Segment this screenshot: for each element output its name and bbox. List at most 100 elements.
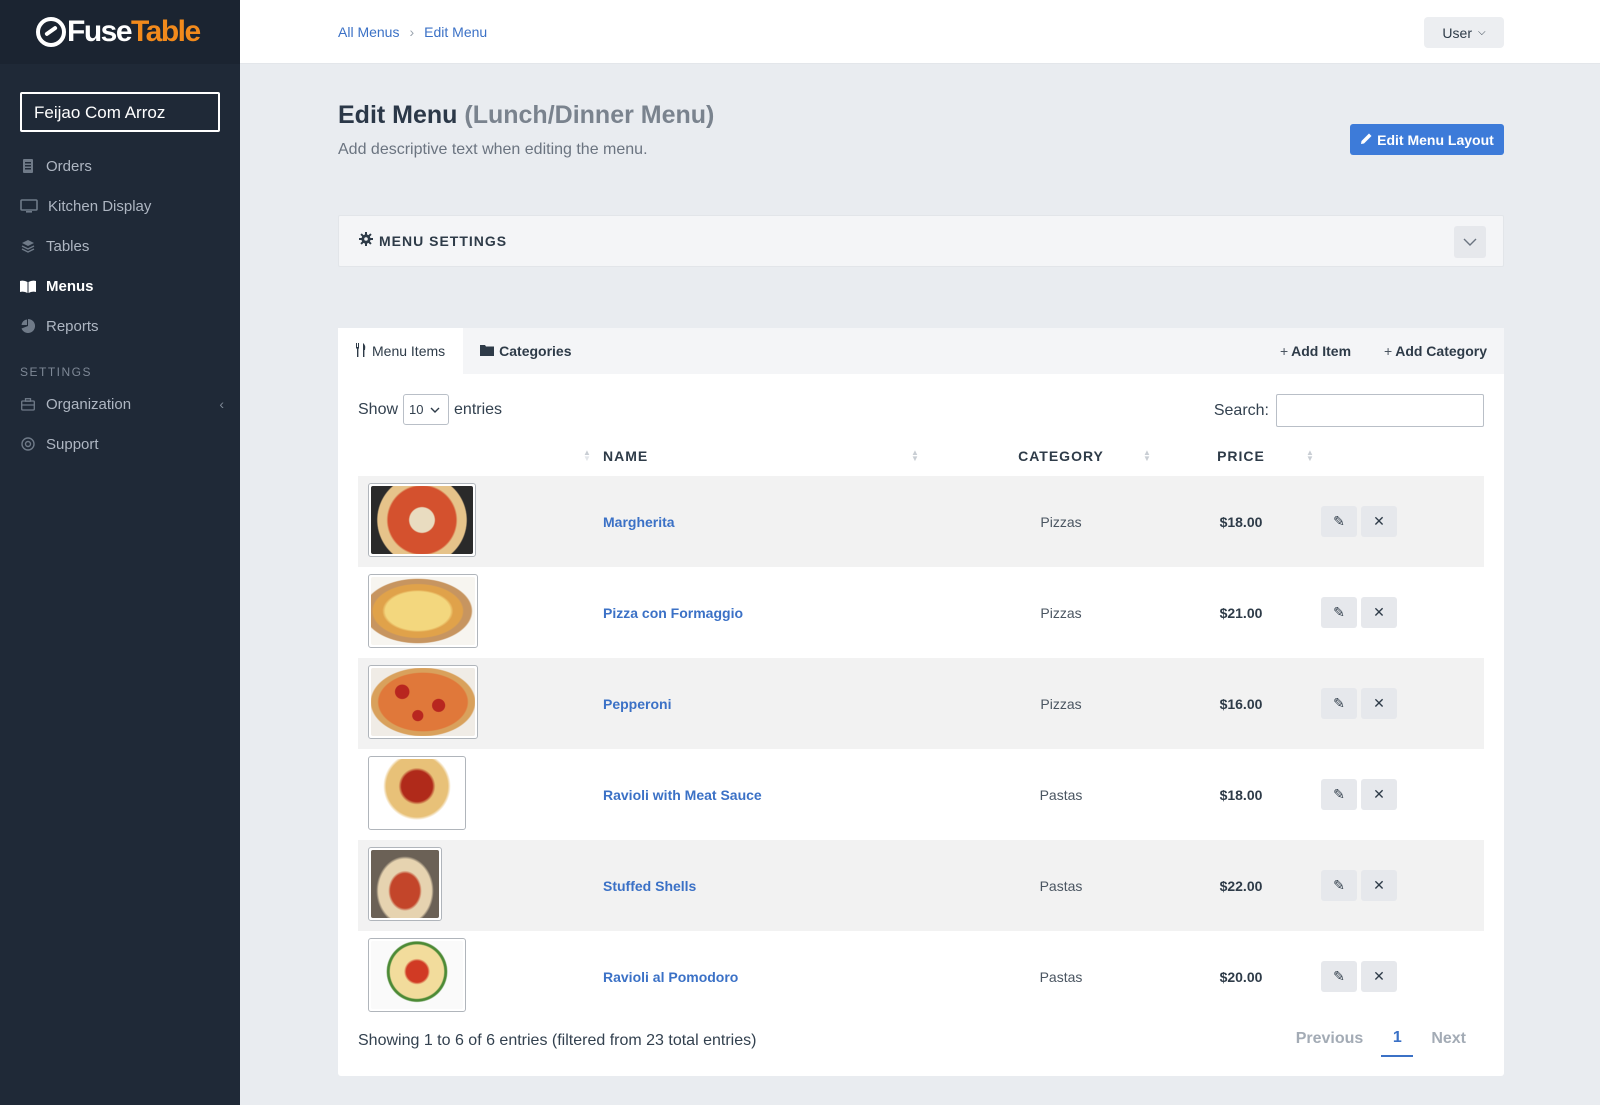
- delete-item-button[interactable]: ✕: [1361, 870, 1397, 901]
- receipt-icon: [20, 158, 36, 174]
- tab-menu-items[interactable]: Menu Items: [338, 328, 464, 374]
- sidebar-item-label: Organization: [46, 395, 132, 413]
- sidebar-item-kitchen-display[interactable]: Kitchen Display: [0, 186, 240, 226]
- gear-icon: [359, 231, 373, 251]
- item-name-link[interactable]: Stuffed Shells: [603, 840, 961, 931]
- close-icon: ✕: [1373, 513, 1385, 529]
- sidebar: Fuse Table Feijao Com Arroz Orders Kitche…: [0, 0, 240, 1105]
- sidebar-nav: Orders Kitchen Display Tables Menus Repo…: [0, 146, 240, 464]
- next-page-button[interactable]: Next: [1413, 1030, 1484, 1048]
- edit-menu-layout-label: Edit Menu Layout: [1377, 131, 1494, 148]
- delete-item-button[interactable]: ✕: [1361, 779, 1397, 810]
- image-column-header[interactable]: ▲ ▼: [358, 436, 603, 476]
- sidebar-item-organization[interactable]: Organization ‹: [0, 384, 240, 424]
- delete-item-button[interactable]: ✕: [1361, 961, 1397, 992]
- item-category: Pastas: [1039, 877, 1083, 894]
- item-thumbnail[interactable]: [368, 847, 442, 921]
- item-thumbnail[interactable]: [368, 574, 478, 648]
- sort-icon: ▲ ▼: [1143, 448, 1152, 463]
- item-thumbnail[interactable]: [368, 938, 466, 1012]
- pencil-icon: ✎: [1333, 877, 1345, 893]
- table-row: Pepperoni Pizzas $16.00 ✎ ✕: [358, 658, 1484, 749]
- menu-items-table: ▲ ▼ NAME ▲ ▼ CATEGORY ▲ ▼ PRICE ▲ ▼ Margherita …: [358, 436, 1484, 1022]
- sidebar-item-support[interactable]: Support: [0, 424, 240, 464]
- item-name-link[interactable]: Ravioli with Meat Sauce: [603, 749, 961, 840]
- sort-icon: ▲ ▼: [1306, 448, 1315, 463]
- close-icon: ✕: [1373, 695, 1385, 711]
- top-bar: All Menus › Edit Menu User ⌵: [240, 0, 1600, 64]
- page-size-select[interactable]: 10: [403, 394, 450, 425]
- price-header-label: PRICE: [1217, 448, 1265, 464]
- add-category-button[interactable]: + Add Category: [1384, 343, 1487, 359]
- page-size-value: 10: [409, 402, 424, 417]
- sort-asc-icon: ▲ ▼: [583, 448, 592, 463]
- fusetable-logo[interactable]: Fuse Table: [0, 0, 240, 64]
- item-price: $16.00: [1219, 695, 1263, 712]
- item-category: Pizzas: [1040, 604, 1082, 621]
- edit-item-button[interactable]: ✎: [1321, 779, 1357, 810]
- expand-settings-button[interactable]: [1454, 226, 1486, 258]
- logo-mark-icon: [36, 17, 66, 47]
- item-name-link[interactable]: Pizza con Formaggio: [603, 567, 961, 658]
- tab-actions: + Add Item + Add Category: [1262, 328, 1504, 374]
- menu-name-subtitle: (Lunch/Dinner Menu): [464, 101, 715, 129]
- chevron-down-icon: [430, 404, 440, 416]
- edit-item-button[interactable]: ✎: [1321, 506, 1357, 537]
- edit-menu-layout-button[interactable]: Edit Menu Layout: [1350, 124, 1504, 155]
- sidebar-item-reports[interactable]: Reports: [0, 306, 240, 346]
- item-thumbnail[interactable]: [368, 665, 478, 739]
- item-price: $21.00: [1219, 604, 1263, 621]
- delete-item-button[interactable]: ✕: [1361, 597, 1397, 628]
- breadcrumb-edit-menu[interactable]: Edit Menu: [424, 24, 487, 40]
- utensils-icon: [355, 342, 367, 360]
- item-thumbnail[interactable]: [368, 483, 476, 557]
- sidebar-item-label: Menus: [46, 277, 94, 295]
- sidebar-item-tables[interactable]: Tables: [0, 226, 240, 266]
- edit-item-button[interactable]: ✎: [1321, 870, 1357, 901]
- pencil-icon: [1360, 132, 1373, 148]
- delete-item-button[interactable]: ✕: [1361, 688, 1397, 719]
- chevron-left-icon: ‹: [219, 396, 224, 412]
- chevron-down-icon: [1463, 235, 1477, 249]
- logo-text-table: Table: [131, 15, 201, 48]
- category-column-header[interactable]: CATEGORY ▲ ▼: [961, 436, 1161, 476]
- user-menu-button[interactable]: User ⌵: [1424, 17, 1504, 48]
- pizza-image: [371, 668, 475, 736]
- tab-categories[interactable]: Categories: [463, 328, 589, 374]
- menu-settings-panel[interactable]: MENU SETTINGS: [338, 215, 1504, 267]
- sidebar-item-orders[interactable]: Orders: [0, 146, 240, 186]
- page-1-button[interactable]: 1: [1381, 1020, 1414, 1057]
- settings-section-heading: SETTINGS: [20, 365, 93, 379]
- add-item-button[interactable]: + Add Item: [1280, 343, 1351, 359]
- monitor-icon: [20, 198, 38, 214]
- table-info: Showing 1 to 6 of 6 entries (filtered fr…: [358, 1032, 757, 1049]
- table-row: Ravioli with Meat Sauce Pastas $18.00 ✎ ✕: [358, 749, 1484, 840]
- edit-item-button[interactable]: ✎: [1321, 688, 1357, 719]
- price-column-header[interactable]: PRICE ▲ ▼: [1161, 436, 1321, 476]
- table-search: Search:: [1214, 394, 1484, 427]
- edit-item-button[interactable]: ✎: [1321, 961, 1357, 992]
- delete-item-button[interactable]: ✕: [1361, 506, 1397, 537]
- pie-chart-icon: [20, 318, 36, 334]
- sidebar-item-menus[interactable]: Menus: [0, 266, 240, 306]
- item-name-link[interactable]: Pepperoni: [603, 658, 961, 749]
- item-price: $18.00: [1219, 513, 1263, 530]
- name-column-header[interactable]: NAME ▲ ▼: [603, 436, 961, 476]
- page-title: Edit Menu (Lunch/Dinner Menu): [338, 101, 714, 130]
- edit-item-button[interactable]: ✎: [1321, 597, 1357, 628]
- breadcrumb-all-menus[interactable]: All Menus: [338, 24, 399, 40]
- sidebar-item-label: Kitchen Display: [48, 197, 152, 215]
- previous-page-button[interactable]: Previous: [1278, 1030, 1382, 1048]
- table-row: Margherita Pizzas $18.00 ✎ ✕: [358, 476, 1484, 567]
- item-name-link[interactable]: Margherita: [603, 476, 961, 567]
- lifebuoy-icon: [20, 436, 36, 452]
- pizza-image: [371, 486, 473, 554]
- page-size-control: Show 10 entries: [358, 394, 502, 425]
- search-input[interactable]: [1276, 394, 1484, 427]
- organization-selector[interactable]: Feijao Com Arroz: [20, 92, 220, 132]
- item-category: Pizzas: [1040, 513, 1082, 530]
- item-thumbnail[interactable]: [368, 756, 466, 830]
- chevron-down-icon: ⌵: [1477, 27, 1486, 38]
- pencil-icon: ✎: [1333, 604, 1345, 620]
- item-name-link[interactable]: Ravioli al Pomodoro: [603, 931, 961, 1022]
